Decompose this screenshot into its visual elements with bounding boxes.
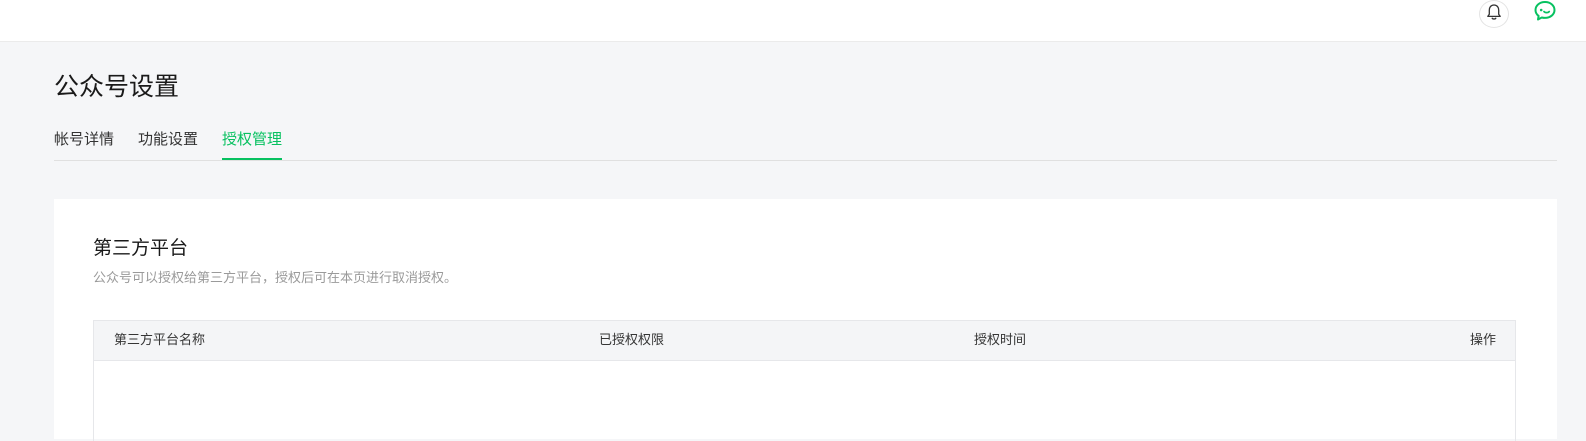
tab-feature-settings[interactable]: 功能设置 <box>138 120 198 160</box>
settings-tabs: 帐号详情 功能设置 授权管理 <box>54 120 1557 161</box>
chat-icon <box>1533 0 1557 26</box>
column-header-platform-name: 第三方平台名称 <box>114 333 206 348</box>
section-title: 第三方平台 <box>93 237 189 259</box>
third-party-platform-card: 第三方平台 公众号可以授权给第三方平台，授权后可在本页进行取消授权。 第三方平台… <box>54 199 1557 441</box>
top-bar <box>0 0 1586 42</box>
table-header: 第三方平台名称 已授权权限 授权时间 操作 <box>93 320 1516 361</box>
table-body <box>93 361 1516 441</box>
page-title: 公众号设置 <box>54 72 180 101</box>
column-header-permissions: 已授权权限 <box>599 333 665 348</box>
tab-account-details[interactable]: 帐号详情 <box>54 120 114 160</box>
bell-icon <box>1486 3 1502 25</box>
section-description: 公众号可以授权给第三方平台，授权后可在本页进行取消授权。 <box>93 271 458 286</box>
column-header-auth-time: 授权时间 <box>974 333 1027 348</box>
tab-authorization-management[interactable]: 授权管理 <box>222 120 283 160</box>
notification-button[interactable] <box>1479 0 1509 28</box>
messages-button[interactable] <box>1533 0 1557 26</box>
column-header-actions: 操作 <box>1469 333 1496 348</box>
